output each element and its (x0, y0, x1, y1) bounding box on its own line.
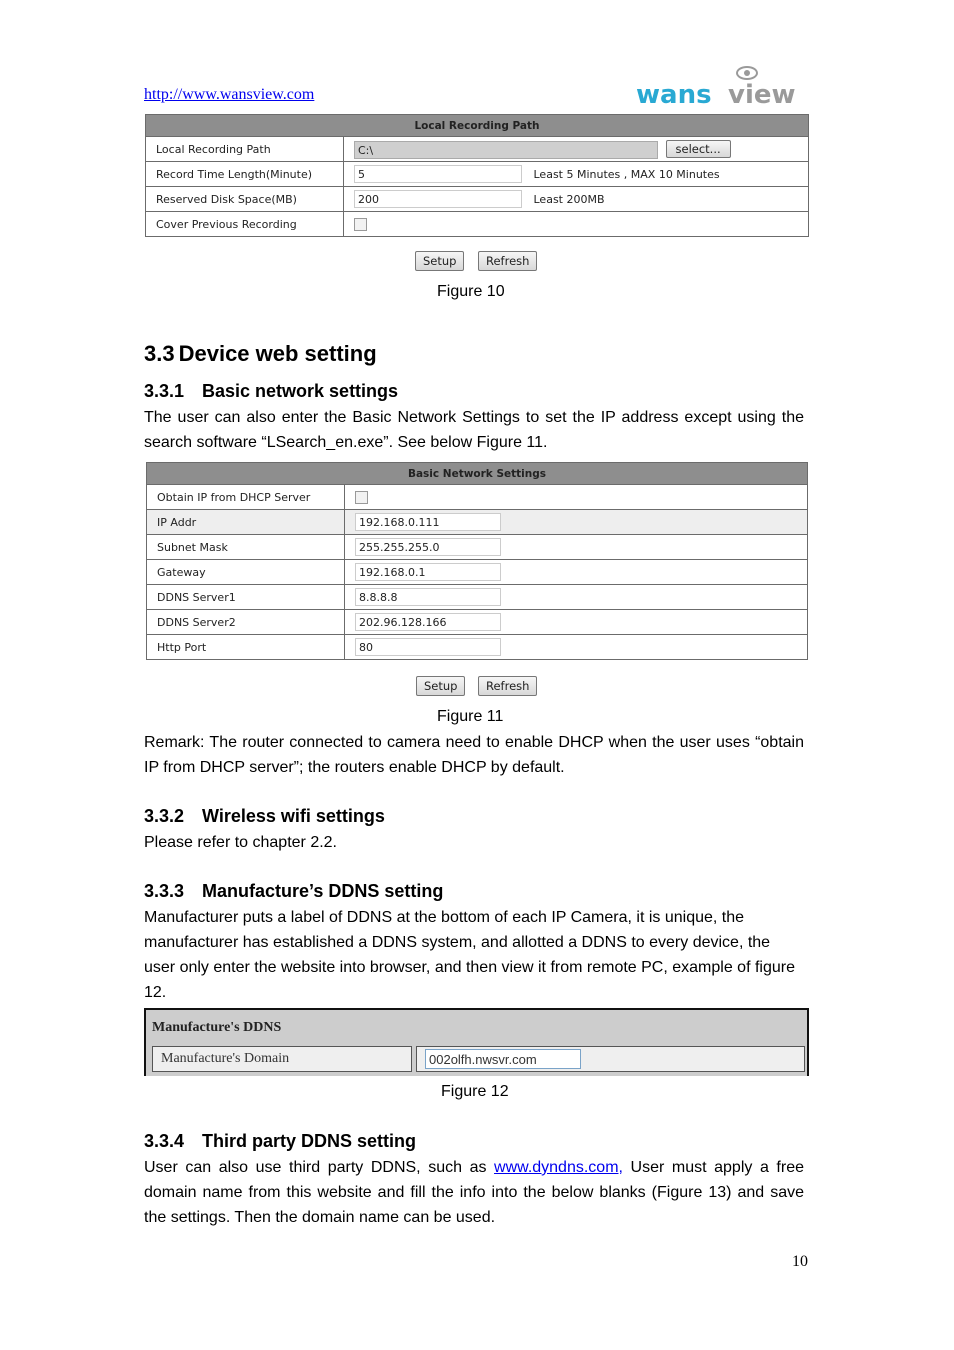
cover-recording-checkbox[interactable] (354, 217, 367, 231)
table-row: Subnet Mask 255.255.255.0 (146, 534, 808, 560)
paragraph-text: User can also use third party DDNS, such… (144, 1159, 495, 1176)
subsection-number: 3.3.2 (144, 806, 185, 826)
local-recording-path-table: Local Recording Path Local Recording Pat… (145, 114, 809, 237)
row-label: Record Time Length(Minute) (145, 161, 344, 187)
subsection-number: 3.3.4 (144, 1131, 185, 1151)
manufacture-ddns-panel: Manufacture's DDNS Manufacture's Domain … (144, 1008, 809, 1076)
refresh-button[interactable]: Refresh (478, 251, 538, 271)
table-row: Reserved Disk Space(MB) 200 Least 200MB (145, 186, 809, 212)
gateway-input[interactable]: 192.168.0.1 (355, 563, 501, 581)
remark-paragraph: Remark: The router connected to camera n… (144, 734, 804, 776)
subsection-title: Third party DDNS setting (202, 1131, 417, 1151)
paragraph: User can also use third party DDNS, such… (144, 1155, 804, 1230)
section-title: Device web setting (178, 341, 377, 366)
paragraph: The user can also enter the Basic Networ… (144, 409, 804, 451)
disk-space-hint: Least 200MB (533, 192, 605, 206)
table-row: Http Port 80 (146, 634, 808, 660)
http-port-input[interactable]: 80 (355, 638, 501, 656)
ip-addr-input[interactable]: 192.168.0.111 (355, 513, 501, 531)
row-label: Subnet Mask (146, 534, 345, 560)
subsection-number: 3.3.3 (144, 881, 185, 901)
ddns-server2-input[interactable]: 202.96.128.166 (355, 613, 501, 631)
domain-input[interactable]: 002olfh.nwsvr.com (425, 1049, 581, 1069)
panel-title: Manufacture's DDNS (152, 1020, 282, 1035)
paragraph: Manufacturer puts a label of DDNS at the… (144, 909, 795, 1001)
domain-cell: 002olfh.nwsvr.com (416, 1046, 805, 1072)
subsection-title: Basic network settings (202, 381, 399, 401)
row-label: DDNS Server1 (146, 584, 345, 610)
dyndns-link[interactable]: www.dyndns.com, (494, 1159, 623, 1176)
dhcp-checkbox[interactable] (355, 490, 368, 504)
table-title: Basic Network Settings (146, 462, 808, 485)
record-time-hint: Least 5 Minutes , MAX 10 Minutes (533, 167, 720, 181)
setup-button[interactable]: Setup (415, 251, 465, 271)
table-row: IP Addr 192.168.0.111 (146, 509, 808, 535)
basic-network-settings-table: Basic Network Settings Obtain IP from DH… (146, 462, 808, 660)
wansview-logo: wans view (636, 66, 808, 110)
section-heading: 3.3 Device web setting (144, 341, 377, 367)
record-time-input[interactable]: 5 (354, 165, 522, 183)
recording-path-input[interactable]: C:\ (354, 140, 658, 159)
table-row: Record Time Length(Minute) 5 Least 5 Min… (145, 161, 809, 187)
figure-caption: Figure 12 (441, 1083, 509, 1100)
section-number: 3.3 (144, 341, 175, 366)
subsection-heading: 3.3.3 Manufacture’s DDNS setting (144, 881, 443, 902)
logo-text-wans: wans (636, 80, 712, 110)
row-label: Obtain IP from DHCP Server (146, 484, 345, 510)
subsection-title: Manufacture’s DDNS setting (202, 881, 444, 901)
row-label: Gateway (146, 559, 345, 585)
row-label: Reserved Disk Space(MB) (145, 186, 344, 212)
table-row: DDNS Server2 202.96.128.166 (146, 609, 808, 635)
figure-caption: Figure 11 (437, 708, 504, 725)
table-row: DDNS Server1 8.8.8.8 (146, 584, 808, 610)
eye-icon (736, 66, 758, 80)
subsection-heading: 3.3.4 Third party DDNS setting (144, 1131, 416, 1152)
page-number: 10 (792, 1253, 808, 1270)
table-row: Obtain IP from DHCP Server (146, 484, 808, 510)
table-title: Local Recording Path (145, 114, 809, 137)
logo-text-view: view (728, 80, 796, 110)
row-label: Cover Previous Recording (145, 211, 344, 237)
ddns-server1-input[interactable]: 8.8.8.8 (355, 588, 501, 606)
row-label: IP Addr (146, 509, 345, 535)
table-row: Cover Previous Recording (145, 211, 809, 237)
disk-space-input[interactable]: 200 (354, 190, 522, 208)
paragraph: Please refer to chapter 2.2. (144, 834, 337, 851)
refresh-button[interactable]: Refresh (478, 676, 538, 696)
subsection-heading: 3.3.1 Basic network settings (144, 381, 398, 402)
row-label: DDNS Server2 (146, 609, 345, 635)
subnet-mask-input[interactable]: 255.255.255.0 (355, 538, 501, 556)
subsection-number: 3.3.1 (144, 381, 185, 401)
row-label: Http Port (146, 634, 345, 660)
figure-caption: Figure 10 (437, 283, 505, 300)
header-website-link[interactable]: http://www.wansview.com (144, 86, 314, 104)
select-path-button[interactable]: select... (665, 139, 731, 158)
subsection-title: Wireless wifi settings (202, 806, 385, 826)
table-row: Gateway 192.168.0.1 (146, 559, 808, 585)
subsection-heading: 3.3.2 Wireless wifi settings (144, 806, 385, 827)
row-label: Local Recording Path (145, 136, 344, 162)
table-row: Local Recording Path C:\ select... (145, 136, 809, 162)
setup-button[interactable]: Setup (416, 676, 466, 696)
domain-label: Manufacture's Domain (152, 1046, 412, 1072)
